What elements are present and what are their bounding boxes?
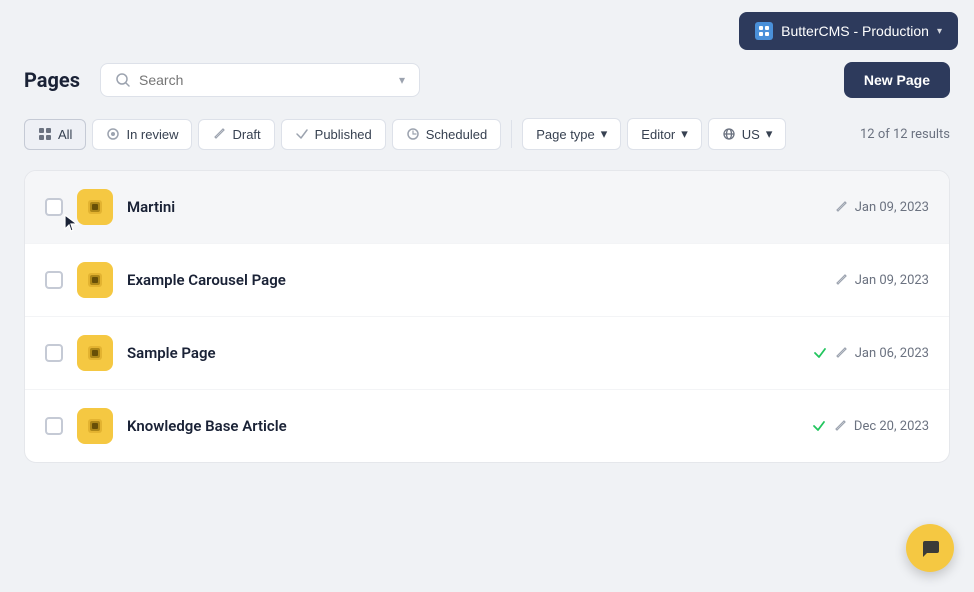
- locale-chevron-icon: ▾: [766, 126, 773, 142]
- filter-scheduled-button[interactable]: Scheduled: [392, 119, 501, 150]
- table-row[interactable]: Knowledge Base Article Dec 20, 2023: [25, 390, 949, 462]
- edit-pencil-icon-3: [835, 347, 847, 359]
- filter-all-label: All: [58, 127, 72, 142]
- in-review-icon: [106, 127, 120, 141]
- scheduled-icon: [406, 127, 420, 141]
- page-type-icon: [85, 197, 105, 217]
- header-row: Pages ▾ New Page: [24, 62, 950, 98]
- page-icon-3: [77, 335, 113, 371]
- draft-icon: [212, 127, 226, 141]
- filter-draft-button[interactable]: Draft: [198, 119, 274, 150]
- table-row[interactable]: Example Carousel Page Jan 09, 2023: [25, 244, 949, 317]
- published-icon: [295, 127, 309, 141]
- row-checkbox-3[interactable]: [45, 344, 63, 362]
- topbar: ButterCMS - Production ▾: [0, 0, 974, 62]
- page-icon-1: [77, 189, 113, 225]
- filter-published-label: Published: [315, 127, 372, 142]
- row-checkbox-4[interactable]: [45, 417, 63, 435]
- page-type-icon: [85, 270, 105, 290]
- env-icon: [755, 22, 773, 40]
- all-pages-icon: [38, 127, 52, 141]
- page-type-label: Page type: [536, 127, 595, 142]
- page-date-2: Jan 09, 2023: [855, 273, 929, 288]
- edit-pencil-icon-1: [835, 201, 847, 213]
- page-meta-3: Jan 06, 2023: [813, 346, 929, 361]
- filter-published-button[interactable]: Published: [281, 119, 386, 150]
- row-checkbox-1[interactable]: [45, 198, 63, 216]
- pages-list: Martini Jan 09, 2023: [24, 170, 950, 463]
- page-type-icon: [85, 343, 105, 363]
- editor-label: Editor: [641, 127, 675, 142]
- chat-icon: [919, 537, 941, 559]
- filter-scheduled-label: Scheduled: [426, 127, 487, 142]
- page-name-1: Martini: [127, 198, 821, 216]
- env-label: ButterCMS - Production: [781, 23, 929, 39]
- results-count: 12 of 12 results: [860, 127, 950, 142]
- page-title: Pages: [24, 68, 80, 92]
- globe-icon: [722, 127, 736, 141]
- main-content: Pages ▾ New Page All I: [0, 62, 974, 487]
- page-meta-1: Jan 09, 2023: [835, 200, 929, 215]
- table-row[interactable]: Martini Jan 09, 2023: [25, 171, 949, 244]
- chevron-down-icon: ▾: [937, 26, 942, 37]
- search-icon: [115, 72, 131, 88]
- page-meta-2: Jan 09, 2023: [835, 273, 929, 288]
- env-selector-button[interactable]: ButterCMS - Production ▾: [739, 12, 958, 50]
- page-name-3: Sample Page: [127, 344, 799, 362]
- filter-divider: [511, 120, 512, 148]
- published-status-badge-4: [812, 419, 826, 433]
- filter-all-button[interactable]: All: [24, 119, 86, 150]
- filter-row: All In review Draft Published: [24, 118, 950, 150]
- check-icon-3: [813, 346, 827, 360]
- page-icon-4: [77, 408, 113, 444]
- page-meta-4: Dec 20, 2023: [812, 419, 929, 434]
- page-date-3: Jan 06, 2023: [855, 346, 929, 361]
- locale-dropdown[interactable]: US ▾: [708, 118, 787, 150]
- filter-draft-label: Draft: [232, 127, 260, 142]
- filter-in-review-label: In review: [126, 127, 178, 142]
- page-type-icon: [85, 416, 105, 436]
- locale-label: US: [742, 127, 760, 142]
- row-checkbox-2[interactable]: [45, 271, 63, 289]
- search-chevron-icon: ▾: [399, 73, 405, 87]
- new-page-button[interactable]: New Page: [844, 62, 950, 98]
- published-status-badge-3: [813, 346, 827, 360]
- chat-widget-button[interactable]: [906, 524, 954, 572]
- search-box: ▾: [100, 63, 420, 97]
- table-row[interactable]: Sample Page Jan 06, 2023: [25, 317, 949, 390]
- filter-in-review-button[interactable]: In review: [92, 119, 192, 150]
- page-name-2: Example Carousel Page: [127, 271, 821, 289]
- page-icon-2: [77, 262, 113, 298]
- page-date-4: Dec 20, 2023: [854, 419, 929, 434]
- page-name-4: Knowledge Base Article: [127, 417, 798, 435]
- edit-pencil-icon-2: [835, 274, 847, 286]
- page-type-chevron-icon: ▾: [601, 126, 608, 142]
- editor-dropdown[interactable]: Editor ▾: [627, 118, 702, 150]
- search-input[interactable]: [139, 72, 391, 88]
- editor-chevron-icon: ▾: [681, 126, 688, 142]
- check-icon-4: [812, 419, 826, 433]
- page-date-1: Jan 09, 2023: [855, 200, 929, 215]
- page-type-dropdown[interactable]: Page type ▾: [522, 118, 621, 150]
- edit-pencil-icon-4: [834, 420, 846, 432]
